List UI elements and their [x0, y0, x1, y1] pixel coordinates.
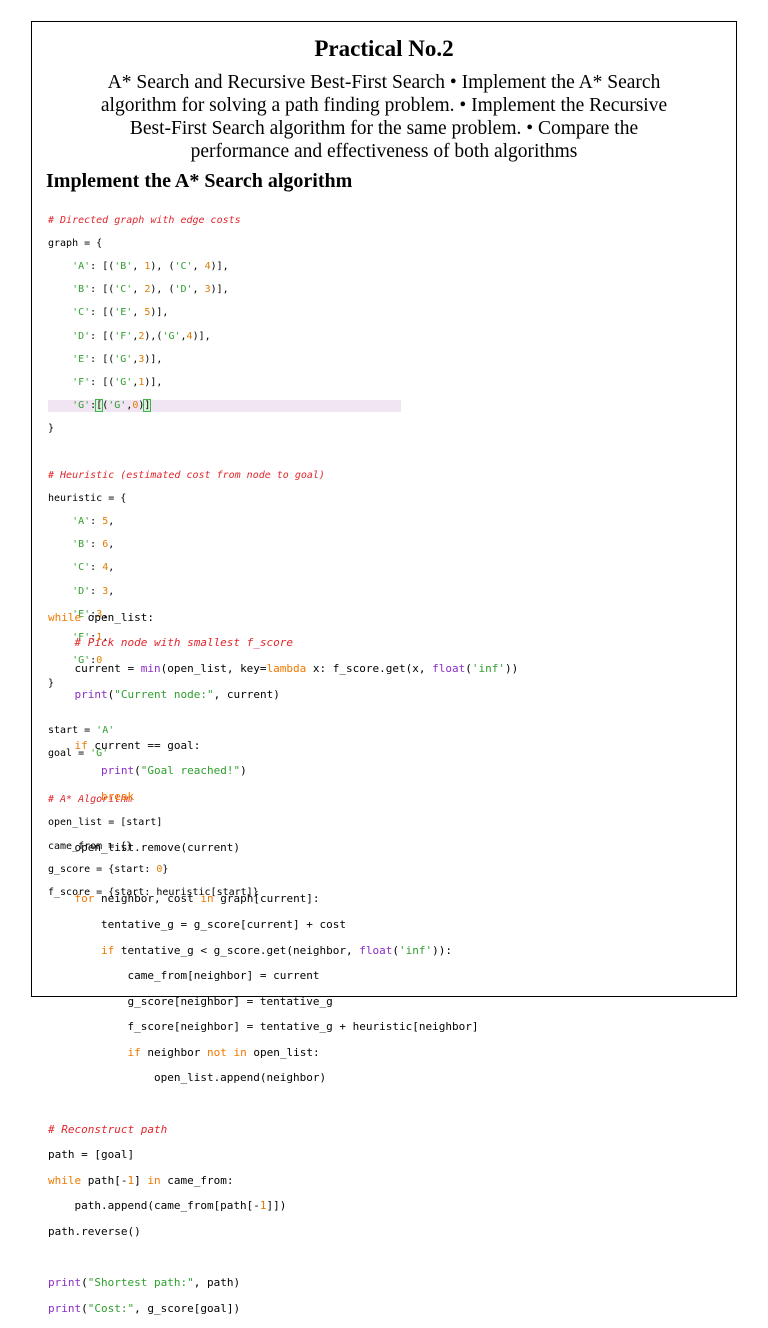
description-line: A* Search and Recursive Best-First Searc… — [107, 72, 661, 93]
code-line: if tentative_g < g_score.get(neighbor, f… — [100, 943, 453, 957]
description-line: algorithm for solving a path finding pro… — [100, 95, 668, 116]
section-heading: Implement the A* Search algorithm — [46, 170, 353, 192]
code-line: break — [100, 789, 135, 803]
code-line: 'B': [('C', 2), ('D', 3)], — [72, 284, 229, 296]
code-comment: # Pick node with smallest f_score — [48, 636, 294, 650]
code-line: 'B': 6, — [72, 539, 115, 551]
code-comment: # Heuristic (estimated cost from node to… — [48, 469, 325, 481]
code-line: f_score[neighbor] = tentative_g + heuris… — [48, 1020, 479, 1034]
code-line: current = min(open_list, key=lambda x: f… — [48, 661, 519, 675]
code-comment: # Reconstruct path — [48, 1122, 168, 1136]
code-line: } — [48, 423, 55, 435]
code-line-highlighted: 'G':[('G',0)] — [48, 399, 401, 413]
code-line: 'C': 4, — [72, 562, 115, 574]
code-line: print("Goal reached!") — [100, 764, 247, 778]
code-line: came_from[neighbor] = current — [48, 969, 320, 983]
code-line: while open_list: — [48, 610, 154, 624]
code-line: path.append(came_from[path[-1]]) — [48, 1199, 287, 1213]
code-block-astar-loop: while open_list: # Pick node with smalle… — [48, 599, 518, 1328]
code-line: if current == goal: — [74, 738, 201, 752]
code-line: 'F': [('G',1)], — [72, 376, 163, 388]
code-line: g_score[neighbor] = tentative_g — [48, 994, 333, 1008]
code-line: for neighbor, cost in graph[current]: — [74, 892, 320, 906]
description-line: performance and effectiveness of both al… — [190, 141, 578, 162]
code-line: print("Current node:", current) — [74, 687, 280, 701]
description: A* Search and Recursive Best-First Searc… — [44, 71, 724, 163]
code-line: open_list.append(neighbor) — [48, 1071, 327, 1085]
bracket-match: ] — [143, 399, 152, 413]
code-line: 'C': [('E', 5)], — [72, 307, 169, 319]
code-line: 'D': [('F',2),('G',4)], — [72, 330, 211, 342]
code-line: 'D': 3, — [72, 585, 115, 597]
code-line: heuristic = { — [48, 492, 127, 504]
code-line: path.reverse() — [48, 1225, 141, 1239]
code-comment: # Directed graph with edge costs — [48, 214, 241, 226]
code-line: print("Cost:", g_score[goal]) — [48, 1301, 241, 1315]
code-line: graph = { — [48, 237, 103, 249]
code-line: 'A': [('B', 1), ('C', 4)], — [72, 260, 229, 272]
code-line: 'A': 5, — [72, 516, 115, 528]
code-line: open_list.remove(current) — [48, 841, 241, 855]
code-line: path = [goal] — [48, 1148, 135, 1162]
page-title: Practical No.2 — [314, 36, 454, 61]
code-line: 'E': [('G',3)], — [72, 353, 163, 365]
code-line: while path[-1] in came_from: — [48, 1173, 234, 1187]
description-line: Best-First Search algorithm for the same… — [129, 118, 639, 139]
code-line: tentative_g = g_score[current] + cost — [48, 917, 347, 931]
code-line: print("Shortest path:", path) — [48, 1276, 241, 1290]
code-line: if neighbor not in open_list: — [127, 1045, 320, 1059]
